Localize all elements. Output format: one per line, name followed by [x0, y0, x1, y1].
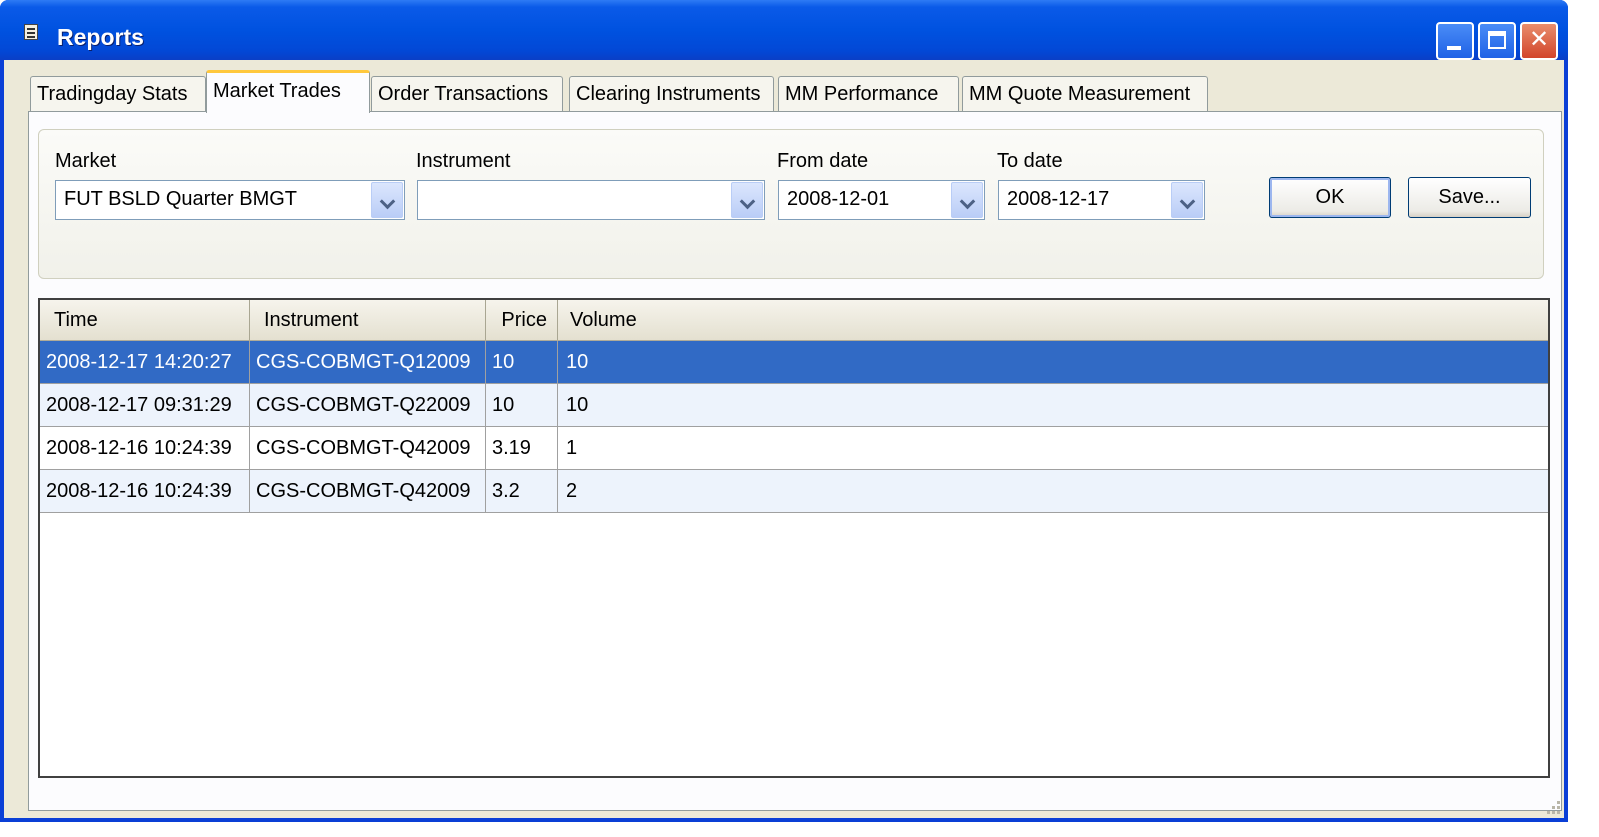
market-value: FUT BSLD Quarter BMGT — [64, 188, 298, 210]
chevron-down-icon[interactable] — [1171, 182, 1203, 218]
tab-mm-performance[interactable]: MM Performance — [778, 76, 959, 112]
table-row[interactable]: 2008-12-17 14:20:27 CGS-COBMGT-Q12009 10… — [40, 341, 1548, 384]
tab-market-trades[interactable]: Market Trades — [206, 70, 370, 113]
trades-table[interactable]: Time Instrument Price Volume 2008-12-17 … — [38, 298, 1550, 778]
minimize-button[interactable] — [1436, 22, 1474, 60]
time-cell: 2008-12-16 10:24:39 — [40, 427, 250, 469]
volume-cell: 2 — [566, 480, 578, 502]
table-row[interactable]: 2008-12-17 09:31:29 CGS-COBMGT-Q22009 10… — [40, 384, 1548, 427]
price-cell: 3.2 — [486, 470, 558, 512]
table-row[interactable]: 2008-12-16 10:24:39 CGS-COBMGT-Q42009 3.… — [40, 427, 1548, 470]
client-area: Tradingday Stats Market Trades Order Tra… — [4, 60, 1564, 818]
table-header: Time Instrument Price Volume — [40, 300, 1548, 341]
tab-tradingday-stats[interactable]: Tradingday Stats — [30, 76, 206, 112]
save-button[interactable]: Save... — [1408, 177, 1531, 218]
volume-cell: 10 — [566, 351, 589, 373]
time-cell: 2008-12-17 14:20:27 — [40, 341, 250, 383]
instrument-cell: CGS-COBMGT-Q12009 — [250, 341, 486, 383]
to-date-picker[interactable]: 2008-12-17 — [998, 180, 1205, 220]
column-header-instrument[interactable]: Instrument — [250, 300, 486, 340]
chevron-down-icon[interactable] — [371, 182, 403, 218]
market-label: Market — [55, 150, 117, 172]
price-cell: 10 — [486, 384, 558, 426]
chevron-down-icon[interactable] — [951, 182, 983, 218]
price-cell: 10 — [486, 341, 558, 383]
filter-group: Market FUT BSLD Quarter BMGT Instrument … — [38, 129, 1544, 279]
from-date-picker[interactable]: 2008-12-01 — [778, 180, 985, 220]
column-header-volume[interactable]: Volume — [558, 300, 1548, 340]
price-cell: 3.19 — [486, 427, 558, 469]
instrument-combobox[interactable] — [417, 180, 765, 220]
time-cell: 2008-12-16 10:24:39 — [40, 470, 250, 512]
maximize-button[interactable] — [1478, 22, 1516, 60]
instrument-label: Instrument — [416, 150, 511, 172]
title-bar[interactable]: Reports ✕ — [0, 0, 1568, 60]
close-button[interactable]: ✕ — [1520, 22, 1558, 60]
column-header-time[interactable]: Time — [40, 300, 250, 340]
instrument-cell: CGS-COBMGT-Q42009 — [250, 427, 486, 469]
volume-cell: 1 — [566, 437, 578, 459]
ok-button[interactable]: OK — [1269, 177, 1391, 218]
volume-cell: 10 — [566, 394, 589, 416]
document-icon — [24, 24, 38, 40]
from-date-label: From date — [777, 150, 869, 172]
table-row[interactable]: 2008-12-16 10:24:39 CGS-COBMGT-Q42009 3.… — [40, 470, 1548, 513]
market-combobox[interactable]: FUT BSLD Quarter BMGT — [55, 180, 405, 220]
to-date-label: To date — [997, 150, 1063, 172]
chevron-down-icon[interactable] — [731, 182, 763, 218]
resize-grip[interactable] — [1546, 800, 1560, 814]
tab-mm-quote-measurement[interactable]: MM Quote Measurement — [962, 76, 1208, 112]
instrument-cell: CGS-COBMGT-Q22009 — [250, 384, 486, 426]
column-header-price[interactable]: Price — [486, 300, 558, 340]
to-date-value: 2008-12-17 — [1007, 188, 1110, 210]
window-title: Reports — [57, 24, 144, 50]
tab-clearing-instruments[interactable]: Clearing Instruments — [569, 76, 774, 112]
from-date-value: 2008-12-01 — [787, 188, 890, 210]
market-trades-panel: Market FUT BSLD Quarter BMGT Instrument … — [28, 111, 1562, 811]
reports-window: Reports ✕ Tradingday Stats Market Trades… — [0, 0, 1568, 822]
time-cell: 2008-12-17 09:31:29 — [40, 384, 250, 426]
instrument-cell: CGS-COBMGT-Q42009 — [250, 470, 486, 512]
tab-order-transactions[interactable]: Order Transactions — [371, 76, 563, 112]
